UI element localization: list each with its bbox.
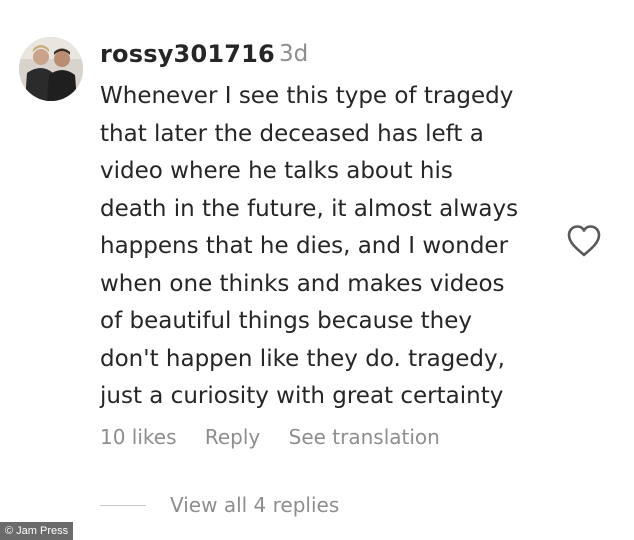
comment-text-line: happens that he dies, and I wonder — [100, 233, 509, 259]
replies-divider — [100, 505, 146, 506]
comment-text: Whenever I see this type of tragedy that… — [100, 78, 560, 416]
see-translation-button[interactable]: See translation — [289, 422, 440, 452]
avatar-photo — [19, 37, 83, 101]
avatar[interactable] — [19, 37, 83, 101]
watermark-credit: © Jam Press — [0, 522, 74, 540]
like-heart-icon[interactable] — [566, 224, 602, 258]
comment-text-line: Whenever I see this type of tragedy — [100, 83, 514, 109]
comment-text-line: when one thinks and makes videos — [100, 270, 505, 297]
comment-text-line: of beautiful things because they — [100, 308, 473, 334]
view-replies-button[interactable]: View all 4 replies — [170, 490, 339, 520]
comment-username[interactable]: rossy301716 — [100, 38, 275, 70]
comment-text-line: video where he talks about his — [100, 158, 453, 184]
comment-text-line: just a curiosity with great certainty — [100, 383, 504, 409]
comment-text-line: that later the deceased has left a — [100, 120, 484, 147]
reply-button[interactable]: Reply — [205, 422, 260, 452]
likes-count[interactable]: 10 likes — [100, 422, 177, 452]
comment-text-line: death in the future, it almost always — [100, 195, 519, 222]
comment-text-line: don't happen like they do. tragedy, — [100, 345, 505, 372]
comment-timestamp[interactable]: 3d — [279, 38, 308, 70]
comment-actions: 10 likes Reply See translation — [100, 422, 440, 452]
